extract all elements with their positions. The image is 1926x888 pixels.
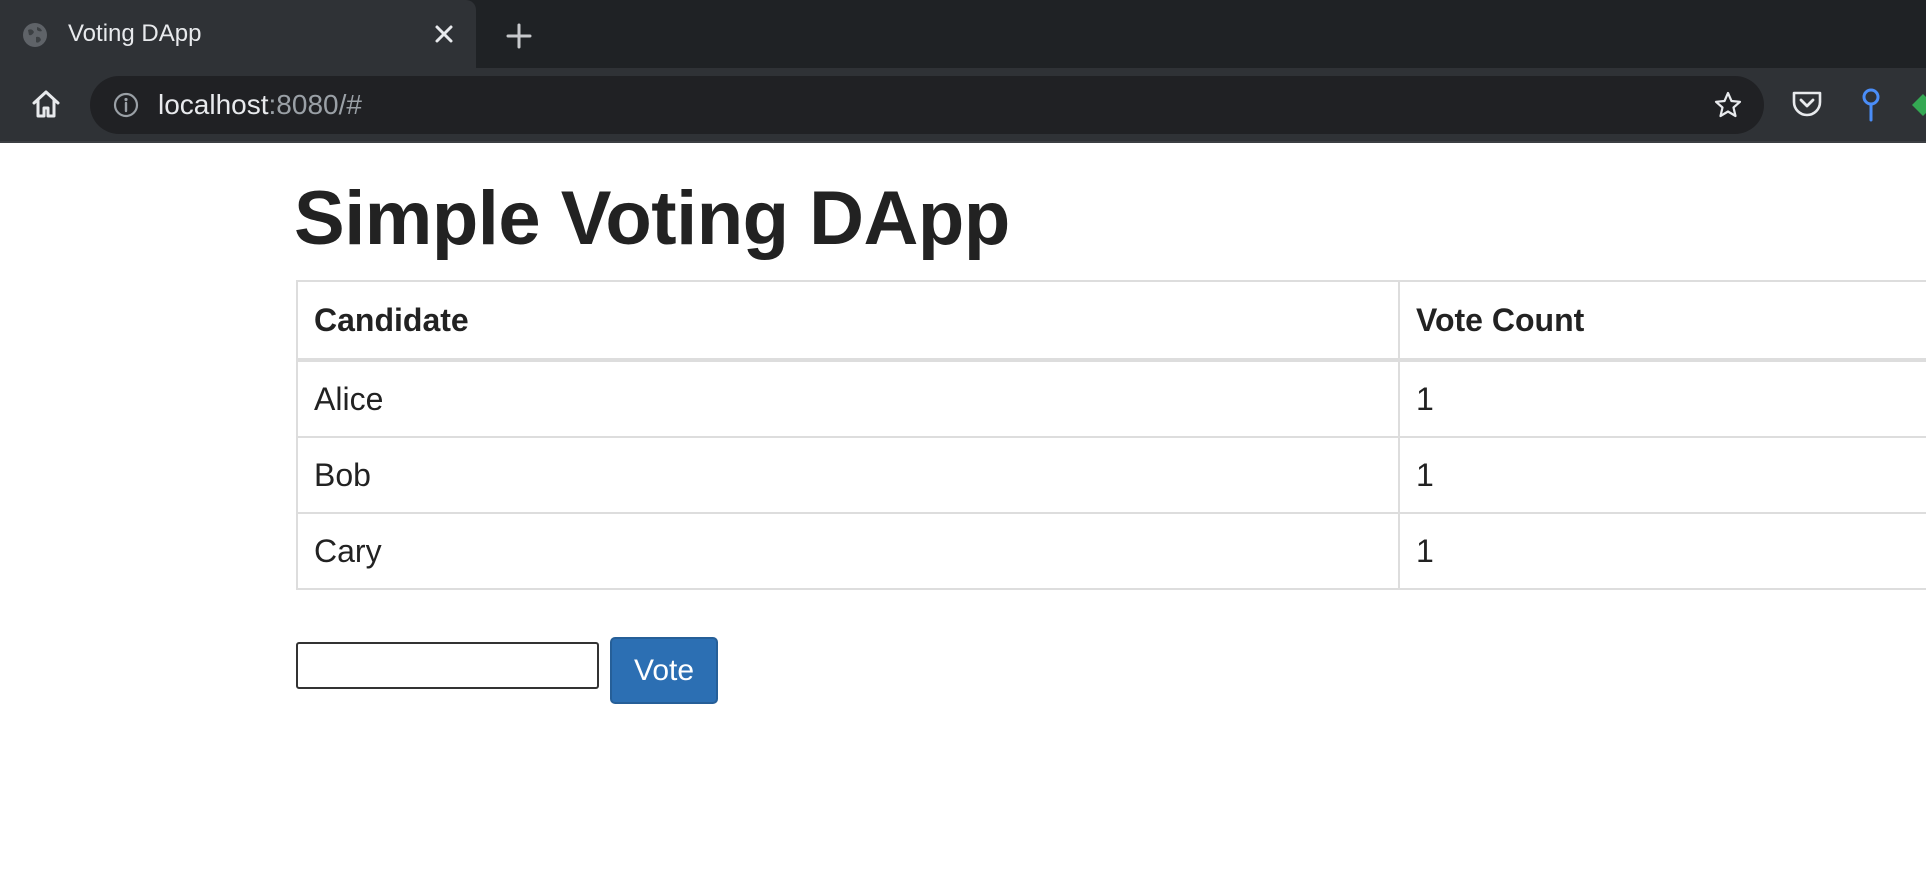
page-content: Simple Voting DApp Candidate Vote Count … (0, 143, 1926, 888)
globe-icon (23, 23, 47, 47)
browser-toolbar: localhost:8080/# (0, 68, 1926, 141)
url-path: :8080/# (268, 89, 362, 120)
vote-count: 1 (1398, 436, 1926, 514)
key-icon[interactable] (1856, 87, 1886, 123)
info-icon[interactable] (112, 91, 140, 119)
column-header-candidate: Candidate (296, 280, 1400, 362)
candidate-name: Alice (296, 359, 1400, 438)
green-extension-icon[interactable] (1910, 92, 1926, 118)
page-title: Simple Voting DApp (294, 176, 1010, 261)
url-host: localhost (158, 89, 269, 120)
home-icon[interactable] (28, 86, 64, 122)
address-bar[interactable]: localhost:8080/# (90, 76, 1764, 134)
url-text: localhost:8080/# (158, 89, 362, 121)
star-icon[interactable] (1712, 89, 1744, 121)
candidate-name: Bob (296, 436, 1400, 514)
plus-icon[interactable] (501, 18, 537, 54)
close-icon[interactable] (428, 18, 460, 50)
table-row: Cary 1 (296, 512, 1926, 590)
candidate-input[interactable] (296, 642, 599, 689)
tab-strip: Voting DApp (0, 0, 1926, 68)
pocket-icon[interactable] (1790, 87, 1824, 121)
vote-count: 1 (1398, 512, 1926, 590)
table-row: Alice 1 (296, 359, 1926, 438)
column-header-vote-count: Vote Count (1398, 280, 1926, 362)
table-header-row: Candidate Vote Count (296, 280, 1926, 362)
candidates-table: Candidate Vote Count Alice 1 Bob 1 Cary … (296, 280, 1926, 590)
browser-tab[interactable]: Voting DApp (0, 0, 476, 68)
vote-button[interactable]: Vote (610, 637, 718, 704)
candidate-name: Cary (296, 512, 1400, 590)
tab-title: Voting DApp (68, 20, 202, 47)
table-row: Bob 1 (296, 436, 1926, 514)
vote-count: 1 (1398, 359, 1926, 438)
